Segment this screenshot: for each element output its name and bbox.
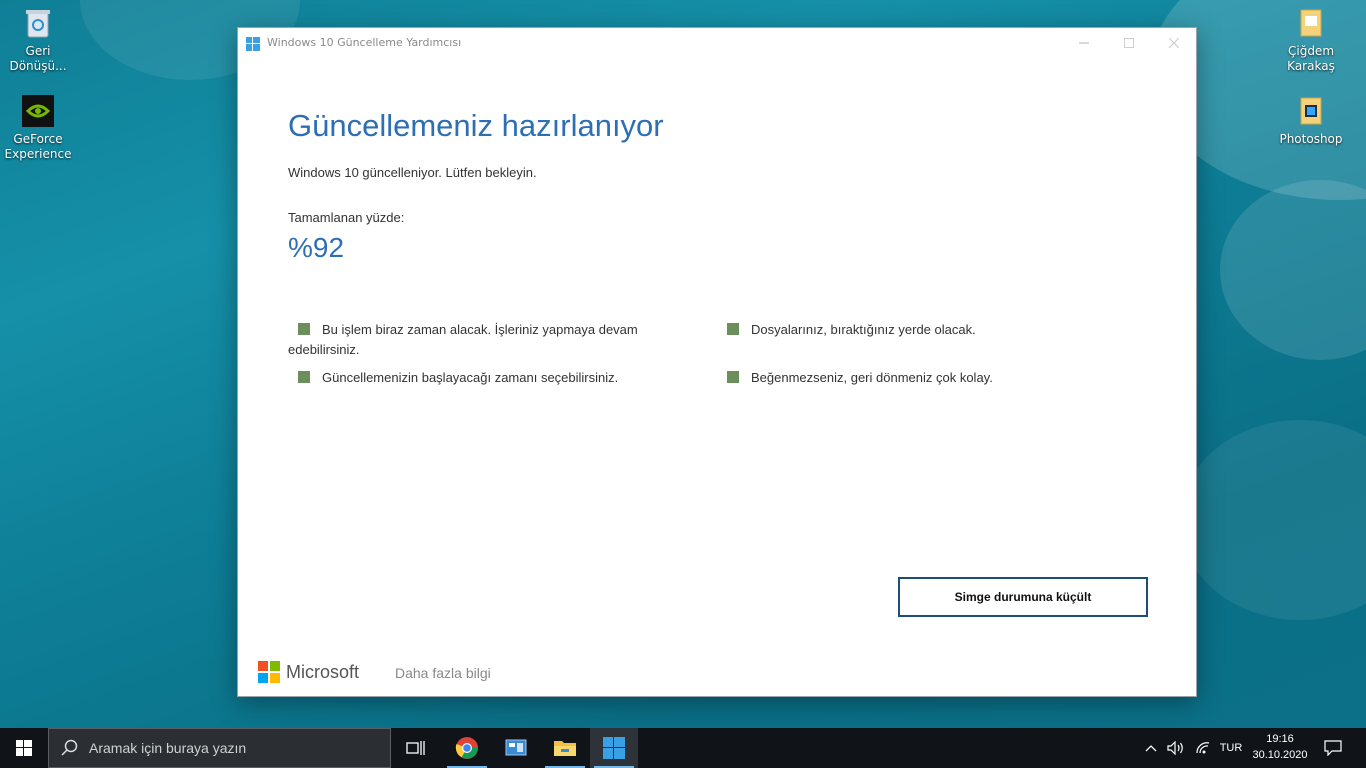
photoshop-icon bbox=[1294, 94, 1328, 128]
close-window-button[interactable] bbox=[1151, 28, 1197, 58]
chevron-up-icon bbox=[1145, 745, 1157, 752]
recycle-bin-icon bbox=[21, 6, 55, 40]
minimize-icon bbox=[1079, 42, 1089, 44]
desktop-icon-label: Photoshop bbox=[1279, 132, 1343, 146]
windows-update-assistant-icon bbox=[603, 737, 625, 759]
more-info-link[interactable]: Daha fazla bilgi bbox=[395, 665, 491, 681]
page-title: Güncellemeniz hazırlanıyor bbox=[288, 108, 664, 143]
geforce-icon bbox=[21, 94, 55, 128]
taskbar-chrome[interactable] bbox=[443, 728, 491, 768]
taskbar-clock[interactable]: 19:16 30.10.2020 bbox=[1248, 731, 1312, 763]
taskbar-update-assistant[interactable] bbox=[590, 728, 638, 768]
update-assistant-window: Windows 10 Güncelleme Yardımcısı Güncell… bbox=[237, 27, 1197, 697]
system-tray: TUR bbox=[1140, 728, 1246, 768]
desktop-icon-label: Geri Dönüşü... bbox=[9, 44, 67, 73]
notification-icon bbox=[1324, 740, 1342, 756]
window-title: Windows 10 Güncelleme Yardımcısı bbox=[267, 36, 462, 49]
windows-start-icon bbox=[16, 740, 32, 756]
title-bar[interactable]: Windows 10 Güncelleme Yardımcısı bbox=[238, 28, 1196, 58]
search-icon bbox=[61, 739, 78, 756]
show-hidden-icons-button[interactable] bbox=[1140, 744, 1162, 752]
feature-item: Dosyalarınız, bıraktığınız yerde olacak. bbox=[717, 320, 1117, 340]
progress-value: %92 bbox=[288, 232, 345, 263]
minimize-window-button[interactable] bbox=[1061, 28, 1107, 58]
desktop-icon-user-folder[interactable]: Çiğdem Karakaş bbox=[1273, 6, 1349, 74]
maximize-window-button[interactable] bbox=[1106, 28, 1152, 58]
desktop-icon-recycle-bin[interactable]: Geri Dönüşü... bbox=[0, 6, 76, 74]
desktop-icon-label: Çiğdem Karakaş bbox=[1287, 44, 1335, 73]
close-icon bbox=[1169, 38, 1179, 48]
feature-item: Beğenmezseniz, geri dönmeniz çok kolay. bbox=[717, 368, 1117, 388]
minimize-to-tray-button[interactable]: Simge durumuna küçült bbox=[898, 577, 1148, 617]
control-panel-icon bbox=[505, 739, 527, 756]
windows-logo-icon bbox=[246, 37, 260, 51]
desktop-icon-label: GeForce Experience bbox=[4, 132, 72, 161]
task-view-icon bbox=[406, 741, 425, 755]
action-center-button[interactable] bbox=[1310, 728, 1356, 768]
taskbar-search-box[interactable]: Aramak için buraya yazın bbox=[48, 728, 391, 768]
microsoft-logo-icon bbox=[258, 661, 280, 683]
bullet-square-icon bbox=[727, 371, 739, 383]
start-button[interactable] bbox=[0, 728, 48, 768]
brand-name: Microsoft bbox=[286, 661, 360, 682]
taskbar-file-explorer[interactable] bbox=[541, 728, 589, 768]
taskbar-control-panel[interactable] bbox=[492, 728, 540, 768]
chrome-icon bbox=[455, 737, 478, 759]
maximize-icon bbox=[1124, 38, 1134, 48]
volume-button[interactable] bbox=[1162, 741, 1190, 755]
clock-date: 30.10.2020 bbox=[1252, 749, 1308, 761]
input-language[interactable]: TUR bbox=[1216, 742, 1246, 754]
bullet-square-icon bbox=[298, 371, 310, 383]
speaker-icon bbox=[1167, 741, 1183, 755]
feature-item: Bu işlem biraz zaman alacak. İşleriniz y… bbox=[288, 322, 638, 357]
desktop-icon-geforce[interactable]: GeForce Experience bbox=[0, 94, 76, 162]
wifi-icon bbox=[1196, 742, 1210, 754]
status-text: Windows 10 güncelleniyor. Lütfen bekleyi… bbox=[288, 165, 537, 180]
microsoft-logo: Microsoft bbox=[258, 661, 359, 683]
network-button[interactable] bbox=[1190, 741, 1216, 755]
bullet-square-icon bbox=[298, 323, 310, 335]
search-placeholder: Aramak için buraya yazın bbox=[89, 740, 247, 756]
progress-label: Tamamlanan yüzde: bbox=[288, 210, 405, 225]
clock-time: 19:16 bbox=[1266, 733, 1294, 745]
file-explorer-icon bbox=[554, 741, 576, 756]
bullet-square-icon bbox=[727, 323, 739, 335]
task-view-button[interactable] bbox=[392, 728, 440, 768]
feature-item: Güncellemenizin başlayacağı zamanı seçeb… bbox=[288, 368, 688, 388]
user-folder-icon bbox=[1294, 6, 1328, 40]
desktop-icon-photoshop[interactable]: Photoshop bbox=[1273, 94, 1349, 147]
